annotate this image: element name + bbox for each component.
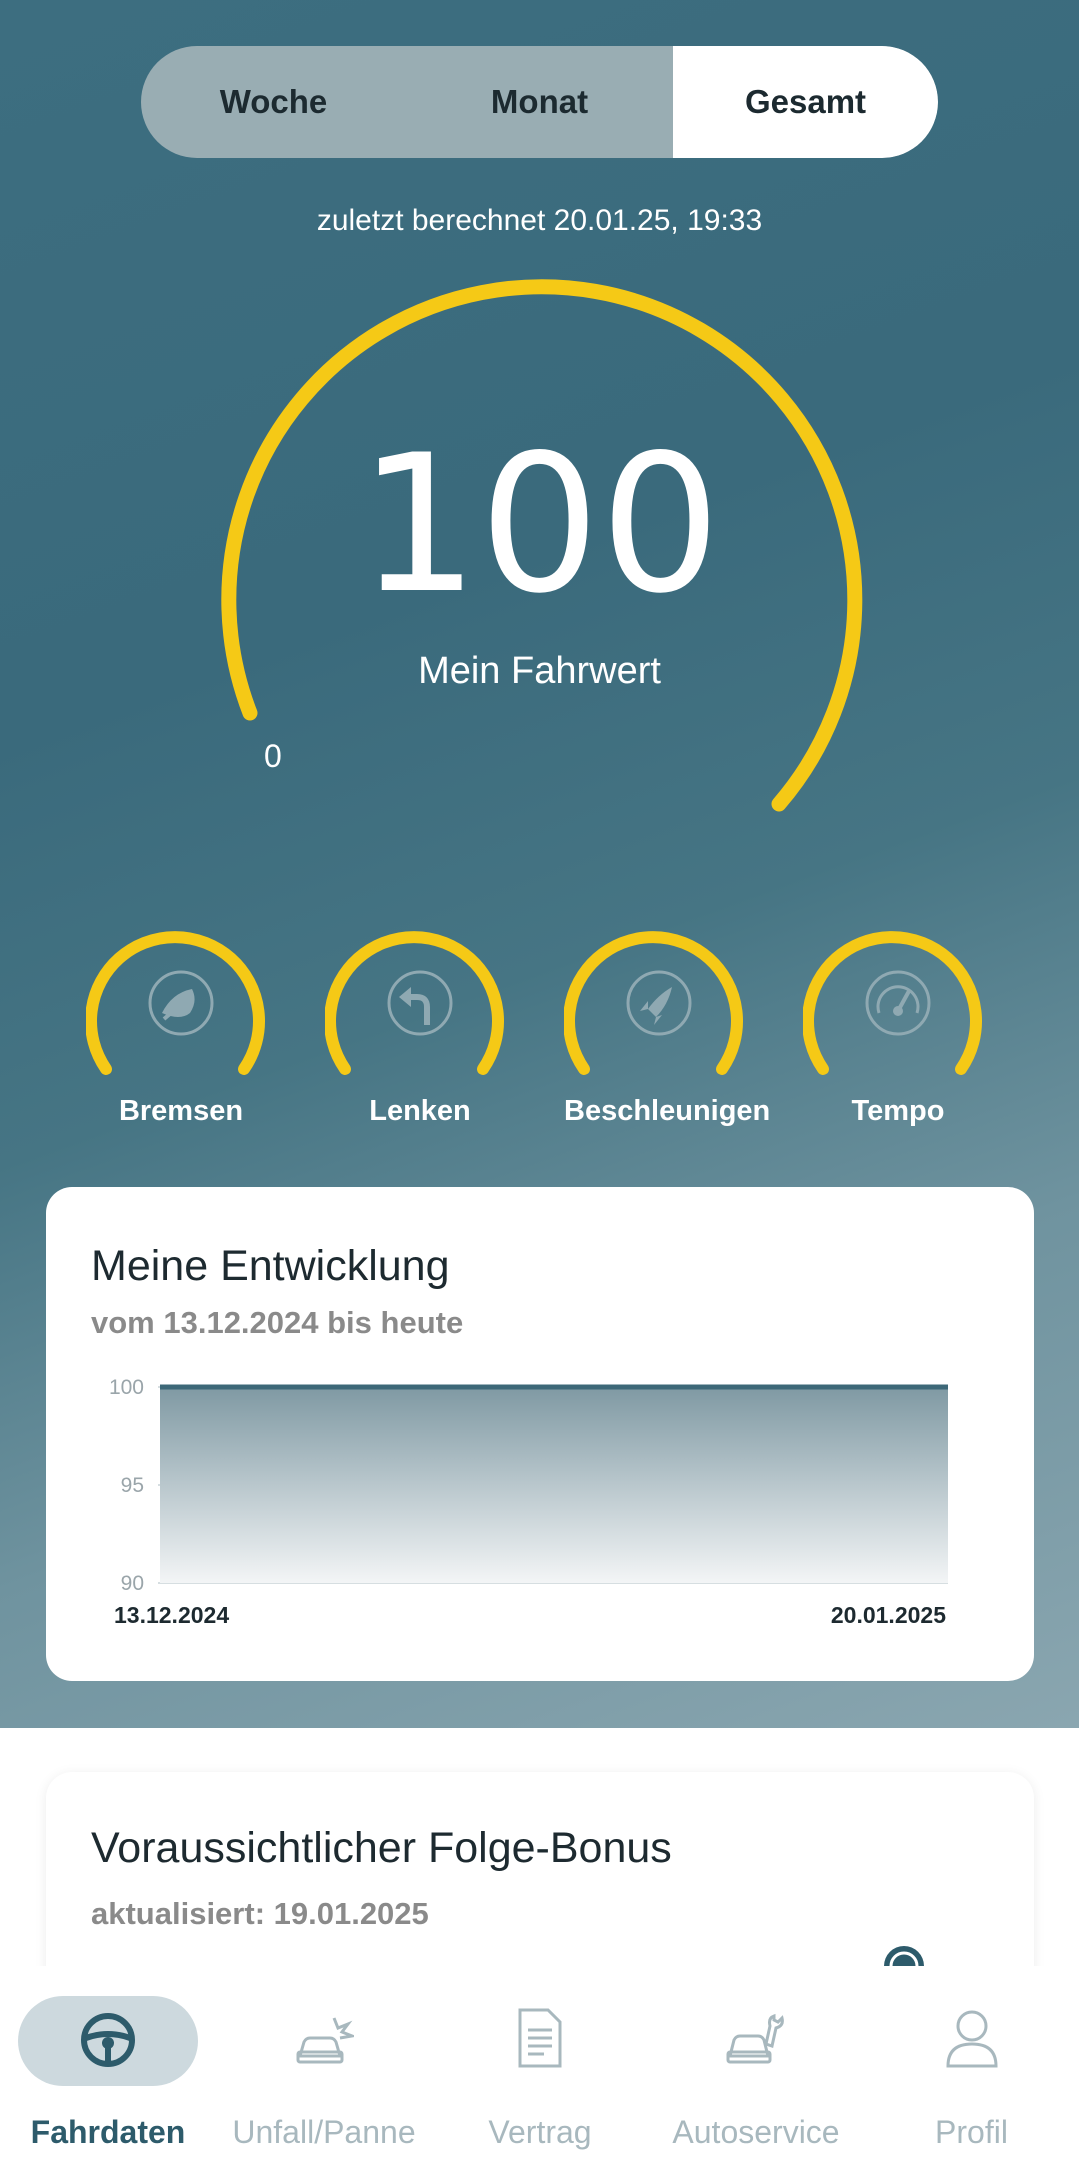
chart-x-tick-label: 13.12.2024 xyxy=(114,1602,229,1628)
category-label: Bremsen xyxy=(118,1095,244,1127)
brake-icon xyxy=(148,970,214,1036)
beschleunigen-gauge xyxy=(564,931,743,1075)
category-label: Beschleunigen xyxy=(564,1095,771,1127)
speedometer-icon xyxy=(865,970,931,1036)
chart-y-tick-label: 100 xyxy=(109,1376,144,1399)
category-beschleunigen[interactable]: Beschleunigen xyxy=(564,915,771,1145)
score-value: 100 xyxy=(358,414,721,635)
nav-profil[interactable]: Profil xyxy=(864,1966,1079,2171)
car-crash-icon xyxy=(296,2017,354,2064)
rocket-icon xyxy=(626,970,692,1036)
person-icon xyxy=(946,2010,998,2068)
category-bremsen[interactable]: Bremsen xyxy=(86,915,276,1145)
chart-area-fill xyxy=(160,1387,948,1583)
steering-turn-icon xyxy=(387,970,453,1036)
bonus-subtitle: aktualisiert: 19.01.2025 xyxy=(91,1896,429,1931)
category-label: Lenken xyxy=(369,1095,471,1127)
score-label: Mein Fahrwert xyxy=(418,650,661,692)
development-card[interactable]: Meine Entwicklung vom 13.12.2024 bis heu… xyxy=(46,1187,1034,1681)
car-service-icon xyxy=(726,2013,784,2064)
category-lenken[interactable]: Lenken xyxy=(325,915,515,1145)
nav-fahrdaten[interactable]: Fahrdaten xyxy=(0,1966,216,2171)
steering-wheel-icon xyxy=(81,2013,135,2067)
chart-x-tick-label: 20.01.2025 xyxy=(831,1602,946,1628)
document-icon xyxy=(518,2008,562,2068)
tempo-gauge xyxy=(803,931,982,1075)
nav-label: Unfall/Panne xyxy=(232,2114,416,2150)
development-chart: 100 95 90 13.12.2024 20.01.2025 xyxy=(109,1376,948,1628)
nav-label: Autoservice xyxy=(672,2114,840,2150)
bottom-navigation: Fahrdaten Unfall/Panne Vertrag Autoservi… xyxy=(0,1966,1079,2171)
nav-label: Profil xyxy=(935,2114,1008,2150)
category-tempo[interactable]: Tempo xyxy=(803,915,993,1145)
chart-y-tick-label: 95 xyxy=(121,1474,144,1497)
nav-label: Fahrdaten xyxy=(30,2114,186,2150)
nav-unfall-panne[interactable]: Unfall/Panne xyxy=(216,1966,432,2171)
nav-vertrag[interactable]: Vertrag xyxy=(432,1966,648,2171)
score-min-label: 0 xyxy=(264,738,282,774)
category-label: Tempo xyxy=(851,1095,945,1127)
nav-label: Vertrag xyxy=(488,2114,592,2150)
chart-y-tick-label: 90 xyxy=(121,1572,144,1595)
lenken-gauge xyxy=(325,931,504,1075)
bremsen-gauge xyxy=(86,931,265,1075)
bonus-title: Voraussichtlicher Folge-Bonus xyxy=(91,1824,672,1872)
nav-autoservice[interactable]: Autoservice xyxy=(648,1966,864,2171)
